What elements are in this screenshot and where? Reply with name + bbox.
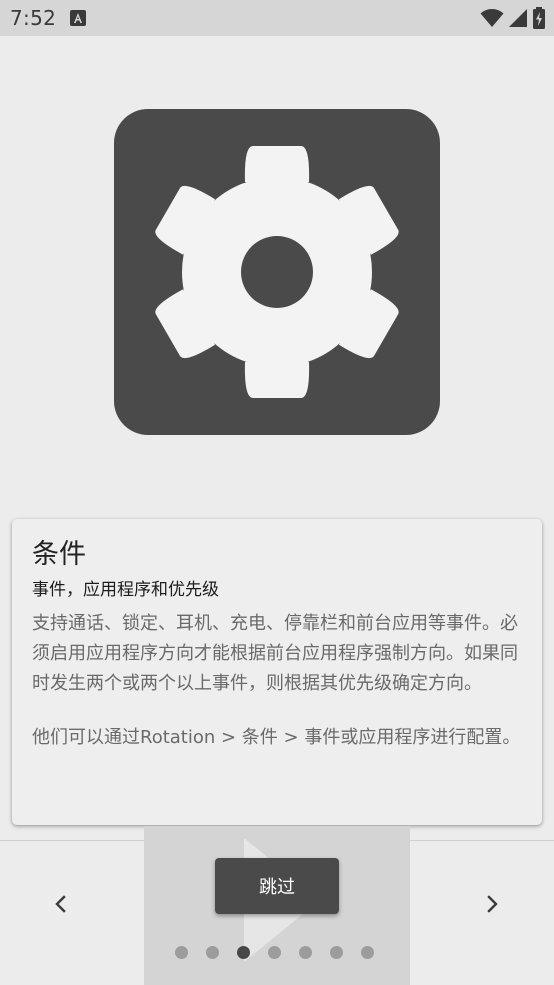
next-button[interactable]: [476, 888, 508, 920]
page-dot[interactable]: [361, 946, 374, 959]
page-dot[interactable]: [299, 946, 312, 959]
chevron-right-icon: [487, 895, 498, 913]
status-time: 7:52: [10, 6, 57, 30]
status-icons: [480, 7, 546, 29]
cellular-signal-icon: [509, 9, 527, 27]
battery-charging-icon: [533, 7, 545, 29]
page-dot[interactable]: [206, 946, 219, 959]
page-dot[interactable]: [175, 946, 188, 959]
page-dot[interactable]: [330, 946, 343, 959]
info-card: 条件 事件，应用程序和优先级 支持通话、锁定、耳机、充电、停靠栏和前台应用等事件…: [12, 519, 542, 825]
card-title: 条件: [32, 539, 86, 570]
page-dot-active[interactable]: [237, 946, 250, 959]
status-bar: 7:52: [0, 0, 554, 36]
page-dot[interactable]: [268, 946, 281, 959]
page-indicator: [175, 946, 374, 959]
chevron-left-icon: [55, 895, 66, 913]
accessibility-a-icon: [70, 10, 86, 26]
settings-gear-icon: [114, 109, 440, 435]
card-subtitle: 事件，应用程序和优先级: [32, 580, 219, 600]
card-configuration-note: 他们可以通过Rotation > 条件 > 事件或应用程序进行配置。: [32, 727, 521, 748]
wifi-icon: [480, 9, 504, 27]
previous-button[interactable]: [45, 888, 77, 920]
card-description: 支持通话、锁定、耳机、充电、停靠栏和前台应用等事件。必须启用应用程序方向才能根据…: [32, 613, 518, 694]
skip-button[interactable]: 跳过: [215, 858, 339, 914]
